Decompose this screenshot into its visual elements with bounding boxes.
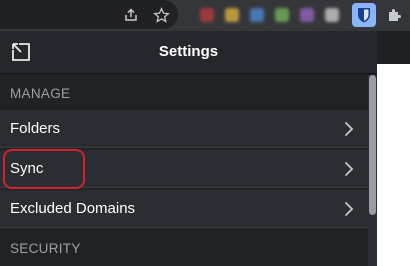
section-label-security: SECURITY bbox=[10, 241, 81, 256]
bitwarden-popup: Settings MANAGE Folders Sync Excluded Do… bbox=[0, 31, 377, 266]
scrollbar[interactable] bbox=[368, 75, 377, 266]
chevron-right-icon bbox=[344, 121, 354, 137]
section-label-manage: MANAGE bbox=[10, 86, 71, 101]
page-title: Settings bbox=[158, 43, 219, 60]
browser-toolbar bbox=[0, 0, 410, 31]
settings-item-folders[interactable]: Folders bbox=[0, 110, 368, 148]
chevron-right-icon bbox=[344, 201, 354, 217]
settings-item-label: Excluded Domains bbox=[10, 200, 136, 217]
extension-icon-blurred[interactable] bbox=[250, 8, 264, 22]
popup-header: Settings bbox=[0, 31, 377, 74]
settings-item-excluded-domains[interactable]: Excluded Domains bbox=[0, 190, 368, 228]
bitwarden-extension-icon[interactable] bbox=[352, 3, 376, 27]
extension-icon-blurred[interactable] bbox=[275, 8, 289, 22]
share-icon[interactable] bbox=[120, 4, 142, 26]
highlight-annotation bbox=[3, 149, 85, 189]
extension-icon-blurred[interactable] bbox=[325, 8, 339, 22]
star-icon[interactable] bbox=[150, 4, 172, 26]
extension-icon-blurred[interactable] bbox=[200, 8, 214, 22]
settings-item-label: Folders bbox=[10, 120, 61, 137]
chevron-right-icon bbox=[344, 161, 354, 177]
extensions-puzzle-icon[interactable] bbox=[383, 4, 405, 26]
address-bar[interactable] bbox=[0, 0, 178, 29]
extension-icon-blurred[interactable] bbox=[300, 8, 314, 22]
extension-icon-blurred[interactable] bbox=[225, 8, 239, 22]
scrollbar-thumb[interactable] bbox=[369, 75, 376, 215]
